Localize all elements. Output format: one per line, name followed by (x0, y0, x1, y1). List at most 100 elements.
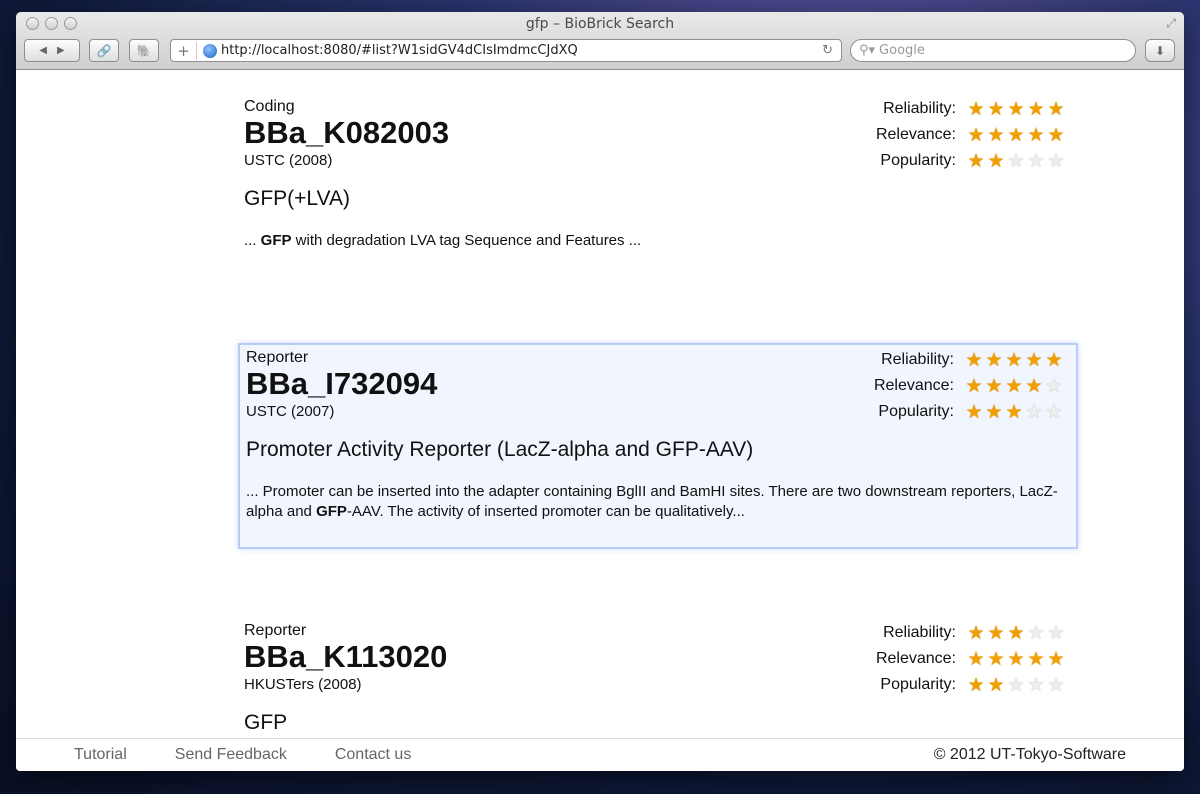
star-rating: ★ ★ ★ ★ ★ (966, 124, 1066, 147)
star-filled-icon: ★ (1007, 622, 1025, 644)
star-empty-icon: ★ (1027, 622, 1045, 644)
search-placeholder: Google (879, 43, 925, 58)
link-button[interactable]: 🔗 (89, 39, 119, 62)
link-icon: 🔗 (96, 43, 112, 58)
back-forward-buttons[interactable]: ◀ ▶ (24, 39, 80, 62)
address-bar[interactable]: + http://localhost:8080/#list?W1sidGV4dC… (170, 39, 842, 62)
result-item[interactable]: Reporter BBa_K113020 HKUSTers (2008) GFP… (238, 618, 1078, 735)
rating-row: Reliability: ★ ★ ★ ★ ★ (876, 620, 1066, 646)
star-rating: ★ ★ ★ ★ ★ (966, 674, 1066, 697)
add-bookmark-icon[interactable]: + (171, 41, 197, 60)
star-filled-icon: ★ (967, 648, 985, 670)
rating-label: Popularity: (878, 403, 954, 420)
back-icon[interactable]: ◀ (39, 45, 47, 56)
result-snippet: ... Promoter can be inserted into the ad… (246, 482, 1070, 522)
result-item[interactable]: Reporter BBa_I732094 USTC (2007) Promote… (238, 343, 1078, 549)
star-empty-icon: ★ (1047, 622, 1065, 644)
rating-label: Relevance: (875, 650, 956, 667)
search-input[interactable]: ⚲▾ Google (850, 39, 1136, 62)
ratings: Reliability: ★ ★ ★ ★ ★ Relevance: ★ ★ ★ ★ ★ Populari… (876, 96, 1066, 174)
star-filled-icon: ★ (985, 349, 1003, 371)
rating-label: Reliability: (883, 100, 956, 117)
copyright: © 2012 UT-Tokyo-Software (933, 746, 1126, 763)
reload-icon[interactable]: ↻ (822, 43, 833, 58)
window-title: gfp – BioBrick Search (525, 16, 675, 32)
star-filled-icon: ★ (967, 98, 985, 120)
star-empty-icon: ★ (1047, 150, 1065, 172)
star-empty-icon: ★ (1045, 401, 1063, 423)
star-rating: ★ ★ ★ ★ ★ (964, 401, 1064, 424)
star-rating: ★ ★ ★ ★ ★ (966, 98, 1066, 121)
search-icon: ⚲▾ (859, 43, 876, 58)
globe-icon (203, 43, 217, 58)
star-filled-icon: ★ (1027, 124, 1045, 146)
star-filled-icon: ★ (1047, 124, 1065, 146)
rating-label: Relevance: (875, 126, 956, 143)
star-empty-icon: ★ (1007, 150, 1025, 172)
star-rating: ★ ★ ★ ★ ★ (966, 648, 1066, 671)
rating-row: Popularity: ★ ★ ★ ★ ★ (874, 399, 1064, 425)
browser-toolbar: gfp – BioBrick Search ⤢ ◀ ▶ 🔗 🐘 + http://… (16, 12, 1184, 70)
star-filled-icon: ★ (965, 401, 983, 423)
snippet-text: -AAV. The activity of inserted promoter … (346, 503, 745, 520)
footer-link-tutorial[interactable]: Tutorial (74, 746, 127, 764)
star-rating: ★ ★ ★ ★ ★ (964, 349, 1064, 372)
download-icon: ⬇ (1154, 43, 1166, 58)
rating-row: Popularity: ★ ★ ★ ★ ★ (876, 148, 1066, 174)
result-snippet: ... GFP with degradation LVA tag Sequenc… (244, 231, 1072, 251)
rating-row: Relevance: ★ ★ ★ ★ ★ (876, 646, 1066, 672)
star-filled-icon: ★ (987, 622, 1005, 644)
rating-label: Reliability: (883, 624, 956, 641)
star-filled-icon: ★ (1047, 98, 1065, 120)
url-text[interactable]: http://localhost:8080/#list?W1sidGV4dCIs… (221, 43, 578, 58)
rating-label: Popularity: (880, 676, 956, 693)
star-filled-icon: ★ (987, 150, 1005, 172)
star-empty-icon: ★ (1025, 401, 1043, 423)
browser-window: gfp – BioBrick Search ⤢ ◀ ▶ 🔗 🐘 + http://… (16, 12, 1184, 771)
rating-row: Relevance: ★ ★ ★ ★ ★ (874, 373, 1064, 399)
star-empty-icon: ★ (1027, 674, 1045, 696)
rating-label: Relevance: (873, 377, 954, 394)
star-filled-icon: ★ (1005, 375, 1023, 397)
footer: Tutorial Send Feedback Contact us © 2012… (16, 738, 1184, 771)
star-filled-icon: ★ (1007, 98, 1025, 120)
star-rating: ★ ★ ★ ★ ★ (964, 375, 1064, 398)
snippet-text: with degradation LVA tag Sequence and Fe… (291, 232, 642, 249)
star-filled-icon: ★ (967, 124, 985, 146)
snippet-highlight: GFP (260, 232, 292, 249)
rating-row: Popularity: ★ ★ ★ ★ ★ (876, 672, 1066, 698)
star-filled-icon: ★ (1045, 349, 1063, 371)
evernote-button[interactable]: 🐘 (129, 39, 159, 62)
star-filled-icon: ★ (967, 150, 985, 172)
star-filled-icon: ★ (987, 674, 1005, 696)
evernote-icon: 🐘 (136, 43, 152, 58)
result-title: GFP(+LVA) (244, 187, 350, 210)
downloads-button[interactable]: ⬇ (1145, 39, 1175, 62)
star-filled-icon: ★ (967, 622, 985, 644)
star-filled-icon: ★ (1027, 98, 1045, 120)
results-list: Coding BBa_K082003 USTC (2008) GFP(+LVA)… (16, 71, 1184, 738)
rating-label: Popularity: (880, 152, 956, 169)
result-item[interactable]: Coding BBa_K082003 USTC (2008) GFP(+LVA)… (238, 94, 1078, 251)
footer-link-contact[interactable]: Contact us (335, 746, 411, 764)
rating-row: Relevance: ★ ★ ★ ★ ★ (876, 122, 1066, 148)
star-rating: ★ ★ ★ ★ ★ (966, 622, 1066, 645)
star-empty-icon: ★ (1047, 674, 1065, 696)
star-filled-icon: ★ (965, 349, 983, 371)
ratings: Reliability: ★ ★ ★ ★ ★ Relevance: ★ ★ ★ ★ ★ Populari… (876, 620, 1066, 698)
star-filled-icon: ★ (1025, 375, 1043, 397)
star-empty-icon: ★ (1045, 375, 1063, 397)
fullscreen-icon[interactable]: ⤢ (1166, 16, 1176, 31)
star-filled-icon: ★ (987, 98, 1005, 120)
forward-icon[interactable]: ▶ (57, 45, 65, 56)
footer-link-feedback[interactable]: Send Feedback (175, 746, 287, 764)
star-empty-icon: ★ (1007, 674, 1025, 696)
star-filled-icon: ★ (1005, 349, 1023, 371)
rating-row: Reliability: ★ ★ ★ ★ ★ (876, 96, 1066, 122)
rating-row: Reliability: ★ ★ ★ ★ ★ (874, 347, 1064, 373)
star-filled-icon: ★ (967, 674, 985, 696)
star-filled-icon: ★ (1007, 648, 1025, 670)
snippet-highlight: GFP (316, 503, 347, 520)
star-filled-icon: ★ (1025, 349, 1043, 371)
rating-label: Reliability: (881, 351, 954, 368)
